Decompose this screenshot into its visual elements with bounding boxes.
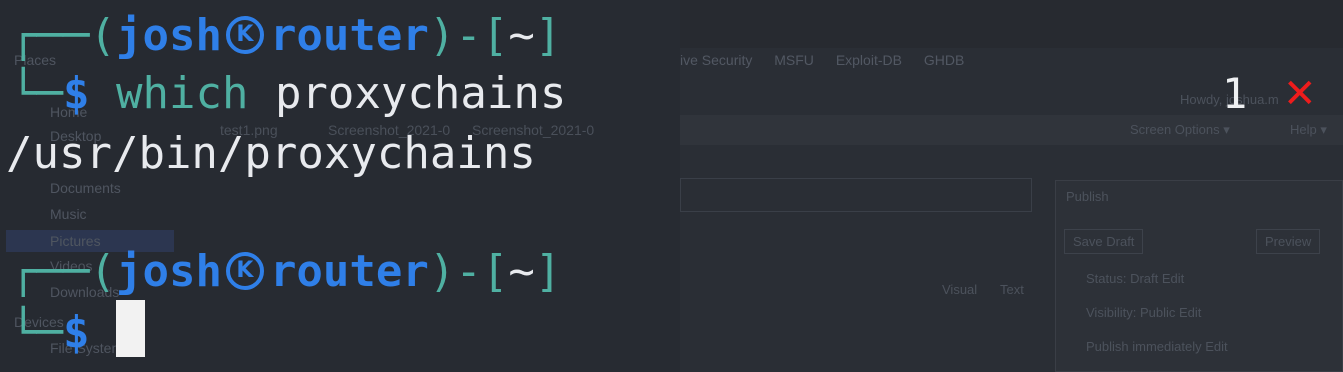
prompt-corner-bottom: └─ [10, 68, 63, 119]
prompt-dir: ~ [508, 246, 535, 297]
error-x-icon: ✕ [1283, 71, 1317, 117]
prompt-end: ] [534, 10, 562, 61]
prompt-corner-top: ┌──( [10, 246, 116, 297]
exit-code: 1 [1222, 69, 1248, 118]
prompt-corner-top: ┌──( [10, 10, 116, 61]
prompt-end: ] [534, 246, 562, 297]
prompt-dir: ~ [508, 10, 535, 61]
prompt-dollar: $ [62, 68, 90, 119]
prompt-user: josh [115, 10, 222, 61]
terminal-window[interactable]: ┌──(joshrouter)-[~] └─$ which proxychain… [0, 0, 1343, 372]
command-output: /usr/bin/proxychains [6, 128, 536, 179]
prompt-corner-bottom: └─ [10, 307, 63, 358]
prompt-host: router [269, 10, 429, 61]
prompt-host: router [269, 246, 429, 297]
text-cursor[interactable] [115, 300, 145, 357]
kali-icon [225, 16, 264, 54]
prompt-close: )-[ [428, 10, 509, 61]
kali-icon [225, 252, 264, 290]
prompt-user: josh [115, 246, 222, 297]
prompt-header-2: ┌──(josh router)-[~] [10, 242, 561, 302]
command-line-1: └─$ which proxychains [10, 64, 566, 124]
command-name: which [115, 68, 249, 119]
prompt-header-1: ┌──(josh router)-[~] [10, 6, 561, 66]
prompt-dollar: $ [62, 307, 90, 358]
command-argument: proxychains [274, 68, 567, 119]
command-line-2[interactable]: └─$ [10, 300, 145, 360]
prompt-close: )-[ [428, 246, 509, 297]
